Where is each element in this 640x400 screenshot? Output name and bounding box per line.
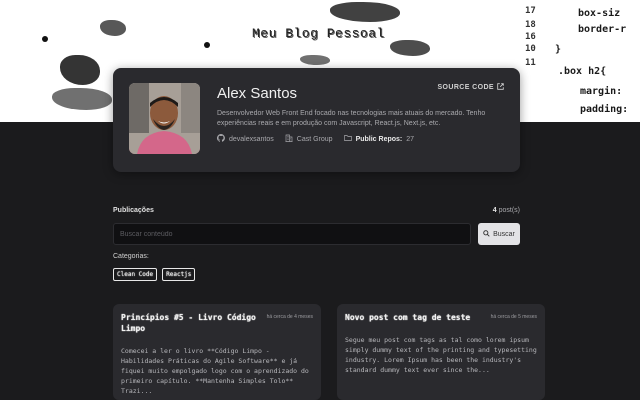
- avatar-image: [129, 83, 200, 154]
- github-icon: [216, 134, 225, 144]
- source-code-link[interactable]: SOURCE CODE: [437, 83, 504, 92]
- search-input[interactable]: [113, 223, 471, 245]
- search-row: Buscar: [113, 223, 520, 245]
- category-chip-reactjs[interactable]: Reactjs: [162, 268, 196, 281]
- code-line: border-r: [578, 24, 627, 35]
- publications-title: Publicações: [113, 207, 154, 214]
- company-name: Cast Group: [296, 135, 333, 143]
- category-chip-clean-code[interactable]: Clean Code: [113, 268, 158, 281]
- post-card[interactable]: Princípios #5 - Livro Código Limpo há ce…: [113, 304, 321, 400]
- decorative-dot: [204, 42, 210, 48]
- code-line: }: [555, 44, 562, 55]
- code-line: .box h2{: [558, 66, 607, 77]
- post-count-number: 4: [492, 207, 497, 214]
- post-count-suffix: post(s): [498, 207, 520, 214]
- post-excerpt: Comecei a ler o livro **Código Limpo - H…: [121, 347, 309, 395]
- post-excerpt: Segue meu post com tags as tal como lore…: [345, 336, 537, 374]
- avatar: [129, 83, 200, 154]
- line-number: 11: [525, 58, 536, 68]
- github-username: devalexsantos: [229, 135, 274, 143]
- decorative-blob: [100, 20, 126, 36]
- post-title: Novo post com tag de teste: [345, 313, 471, 322]
- line-number: 18: [525, 20, 536, 30]
- profile-meta: devalexsantos Cast Group Public Repos: 2…: [216, 134, 415, 144]
- profile-name: Alex Santos: [217, 85, 298, 102]
- post-date: há cerca de 4 meses: [266, 314, 313, 320]
- code-line: margin:: [580, 86, 623, 97]
- repos-info: Public Repos: 27: [343, 134, 415, 144]
- folder-icon: [343, 134, 352, 144]
- repos-label: Public Repos:: [355, 135, 403, 143]
- search-button[interactable]: Buscar: [478, 223, 520, 245]
- decorative-blob: [52, 88, 112, 110]
- code-line: box-siz: [578, 8, 621, 19]
- category-list: Clean Code Reactjs: [113, 268, 196, 281]
- external-link-icon: [497, 83, 504, 92]
- profile-bio: Desenvolvedor Web Front End focado nas t…: [217, 110, 486, 127]
- decorative-blob: [60, 55, 100, 85]
- building-icon: [285, 134, 293, 144]
- line-number: 16: [525, 32, 536, 42]
- post-card[interactable]: Novo post com tag de teste há cerca de 5…: [337, 304, 545, 400]
- search-button-label: Buscar: [493, 230, 515, 238]
- decorative-dot: [42, 36, 48, 42]
- decorative-code: 17 18 16 10 11 box-siz border-r } .box h…: [510, 4, 640, 122]
- repos-count: 27: [406, 135, 415, 143]
- company-info: Cast Group: [285, 134, 333, 144]
- decorative-blob: [390, 40, 430, 56]
- decorative-blob: [300, 55, 330, 65]
- categories-label: Categorias:: [113, 253, 149, 260]
- post-date: há cerca de 5 meses: [490, 314, 537, 320]
- decorative-blob: [330, 2, 400, 22]
- line-number: 17: [525, 6, 536, 16]
- code-line: padding:: [580, 104, 629, 115]
- profile-card: Alex Santos SOURCE CODE Desenvolvedor We…: [113, 68, 520, 172]
- line-number: 10: [525, 44, 536, 54]
- blog-title: Meu Blog Pessoal: [252, 26, 385, 41]
- source-code-label: SOURCE CODE: [437, 84, 494, 91]
- post-count: 4 post(s): [493, 207, 520, 214]
- publications-header: Publicações 4 post(s): [113, 207, 520, 214]
- post-title: Princípios #5 - Livro Código Limpo: [121, 313, 256, 333]
- github-info[interactable]: devalexsantos: [216, 134, 274, 144]
- search-icon: [483, 229, 490, 239]
